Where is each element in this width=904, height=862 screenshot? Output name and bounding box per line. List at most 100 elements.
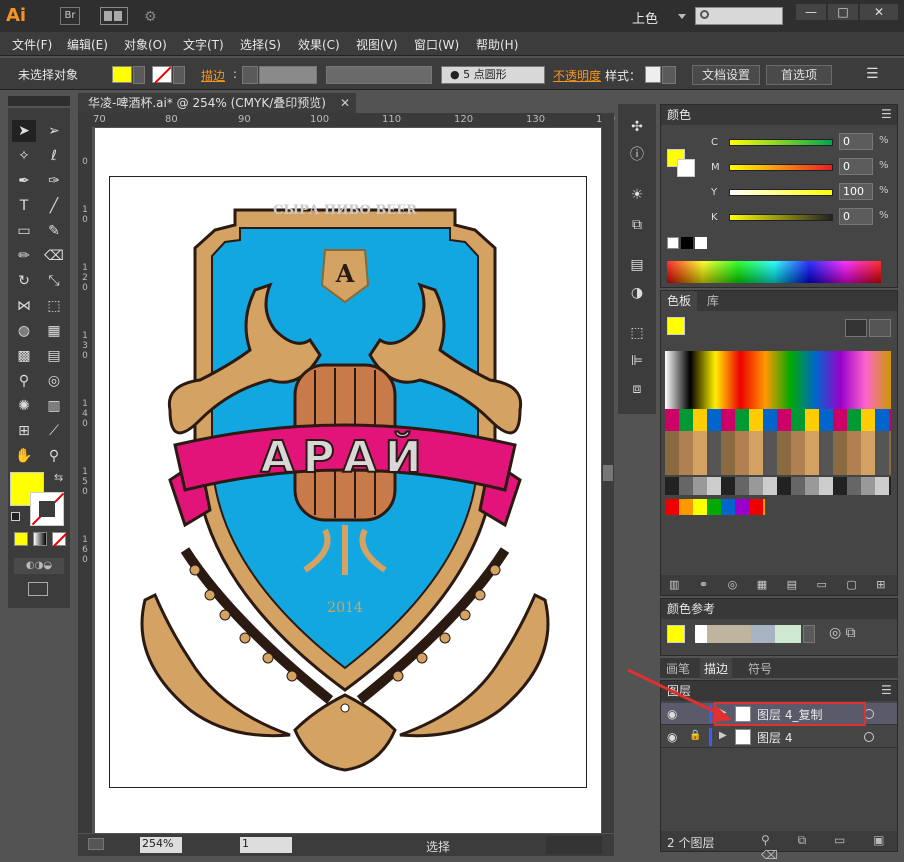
color-guide-header[interactable]: 颜色参考 bbox=[661, 599, 897, 619]
lasso-tool-icon[interactable]: ℓ bbox=[42, 145, 66, 167]
bridge-button[interactable]: Br bbox=[60, 7, 80, 25]
maximize-button[interactable]: □ bbox=[828, 4, 858, 20]
stroke-weight-input[interactable] bbox=[259, 66, 317, 84]
layers-footer-icons[interactable]: ⚲ ⧉ ▭ ▣ ⌫ bbox=[761, 833, 897, 862]
menu-view[interactable]: 视图(V) bbox=[356, 36, 398, 53]
navigator-icon[interactable]: ✣ bbox=[624, 116, 650, 138]
zoom-input[interactable]: 254% bbox=[140, 837, 182, 853]
control-menu-icon[interactable]: ☰ bbox=[866, 66, 879, 82]
blend-tool-icon[interactable]: ◎ bbox=[42, 370, 66, 392]
transform-icon[interactable]: ⧉ bbox=[624, 214, 650, 236]
yellow-slider[interactable] bbox=[729, 189, 833, 196]
eyedropper-tool-icon[interactable]: ⚲ bbox=[12, 370, 36, 392]
line-tool-icon[interactable]: ╱ bbox=[42, 195, 66, 217]
symbol-sprayer-tool-icon[interactable]: ✺ bbox=[12, 395, 36, 417]
rectangle-tool-icon[interactable]: ▭ bbox=[12, 220, 36, 242]
menu-file[interactable]: 文件(F) bbox=[12, 36, 52, 53]
width-tool-icon[interactable]: ⋈ bbox=[12, 295, 36, 317]
artboard-nav-icon[interactable] bbox=[88, 838, 104, 850]
black-slider[interactable] bbox=[729, 214, 833, 221]
graphic-style-dropdown[interactable] bbox=[662, 66, 676, 84]
target-icon[interactable] bbox=[864, 732, 874, 742]
color-group-icon[interactable]: ◎ ⧉ bbox=[829, 625, 856, 641]
guide-base-color[interactable] bbox=[667, 625, 685, 643]
list-view-icon[interactable] bbox=[845, 319, 867, 337]
screen-mode-icon[interactable] bbox=[28, 582, 48, 596]
gradient-panel-icon[interactable]: ▤ bbox=[624, 254, 650, 276]
pathfinder-icon[interactable]: ⬚ bbox=[624, 322, 650, 344]
variable-width-profile[interactable] bbox=[326, 66, 432, 84]
preferences-button[interactable]: 首选项 bbox=[766, 65, 832, 85]
artboards-icon[interactable]: ⧈ bbox=[624, 378, 650, 400]
mesh-tool-icon[interactable]: ▩ bbox=[12, 345, 36, 367]
beer-crest-artwork[interactable]: СЫРА ПИВО BEER A 2014 АРАЙ bbox=[110, 190, 580, 780]
yellow-value[interactable]: 100 bbox=[839, 183, 873, 200]
thumbnail-view-icon[interactable] bbox=[869, 319, 891, 337]
page-input[interactable]: 1 bbox=[240, 837, 292, 853]
stroke-dropdown[interactable] bbox=[173, 66, 185, 84]
horizontal-scrollbar[interactable] bbox=[546, 836, 602, 854]
workspace-chevron-icon[interactable] bbox=[678, 14, 686, 19]
swatch-grid-2[interactable] bbox=[665, 431, 891, 475]
horizontal-ruler[interactable]: 70 80 90 100 110 120 130 140 bbox=[78, 113, 615, 127]
harmony-rules[interactable] bbox=[695, 625, 801, 643]
stroke-color-box[interactable] bbox=[30, 492, 65, 526]
minimize-button[interactable]: — bbox=[796, 4, 826, 20]
none-color-chip[interactable] bbox=[667, 237, 679, 249]
align-icon[interactable]: ⊫ bbox=[624, 350, 650, 372]
swatch-fill[interactable] bbox=[667, 317, 685, 335]
fill-swatch[interactable] bbox=[112, 66, 132, 83]
menu-object[interactable]: 对象(O) bbox=[124, 36, 167, 53]
swatch-group-brights[interactable] bbox=[665, 499, 765, 515]
swatch-grid-3[interactable] bbox=[665, 409, 891, 431]
layer-name[interactable]: 图层 4 bbox=[757, 729, 792, 746]
close-button[interactable]: ✕ bbox=[860, 4, 898, 20]
white-color-chip[interactable] bbox=[695, 237, 707, 249]
appearance-icon[interactable]: ☀ bbox=[624, 184, 650, 206]
none-mode-icon[interactable] bbox=[52, 532, 68, 548]
black-value[interactable]: 0 bbox=[839, 208, 873, 225]
type-tool-icon[interactable]: T bbox=[12, 195, 36, 217]
magenta-slider[interactable] bbox=[729, 164, 833, 171]
document-tab[interactable]: 华凌-啤酒杯.ai* @ 254% (CMYK/叠印预览) ✕ bbox=[78, 93, 356, 113]
workspace-switcher[interactable]: 上色 bbox=[632, 8, 658, 27]
swatch-group-grays[interactable] bbox=[665, 477, 891, 495]
color-mode-icon[interactable] bbox=[14, 532, 28, 546]
vertical-scrollbar[interactable] bbox=[602, 113, 614, 833]
menu-select[interactable]: 选择(S) bbox=[240, 36, 281, 53]
selection-tool-icon[interactable]: ➤ bbox=[12, 120, 36, 142]
transparency-icon[interactable]: ◑ bbox=[624, 282, 650, 304]
fill-dropdown[interactable] bbox=[133, 66, 145, 84]
menu-effect[interactable]: 效果(C) bbox=[298, 36, 340, 53]
stroke-weight-stepper[interactable] bbox=[242, 66, 258, 84]
eraser-tool-icon[interactable]: ⌫ bbox=[42, 245, 66, 267]
layers-menu-icon[interactable]: ☰ bbox=[881, 683, 892, 697]
color-stroke-swatch[interactable] bbox=[677, 159, 695, 177]
paintbrush-tool-icon[interactable]: ✎ bbox=[42, 220, 66, 242]
stroke-label[interactable]: 描边 bbox=[201, 67, 225, 84]
rotate-tool-icon[interactable]: ↻ bbox=[12, 270, 36, 292]
gpu-performance-icon[interactable]: ⚙ bbox=[144, 9, 166, 25]
graphic-style-swatch[interactable] bbox=[645, 66, 661, 83]
scale-tool-icon[interactable]: ⤡ bbox=[42, 270, 66, 292]
magic-wand-tool-icon[interactable]: ✧ bbox=[12, 145, 36, 167]
slice-tool-icon[interactable]: ⟋ bbox=[42, 420, 66, 442]
free-transform-tool-icon[interactable]: ⬚ bbox=[42, 295, 66, 317]
swatches-tab[interactable]: 色板 bbox=[661, 291, 698, 311]
document-setup-button[interactable]: 文档设置 bbox=[692, 65, 760, 85]
direct-selection-tool-icon[interactable]: ➢ bbox=[42, 120, 66, 142]
shape-builder-tool-icon[interactable]: ◍ bbox=[12, 320, 36, 342]
cyan-value[interactable]: 0 bbox=[839, 133, 873, 150]
color-panel-header[interactable]: 颜色 bbox=[661, 105, 897, 125]
info-icon[interactable]: ⓘ bbox=[624, 144, 650, 166]
magenta-value[interactable]: 0 bbox=[839, 158, 873, 175]
menu-edit[interactable]: 编辑(E) bbox=[67, 36, 108, 53]
drawing-modes-icon[interactable]: ◐◑◒ bbox=[14, 558, 64, 574]
column-graph-tool-icon[interactable]: ▥ bbox=[42, 395, 66, 417]
artboard-tool-icon[interactable]: ⊞ bbox=[12, 420, 36, 442]
swatches-footer-icons[interactable]: ▥ ⚭ ◎ ▦ ▤ ▭ ▢ ⊞ ⌫ bbox=[661, 575, 897, 611]
scrollbar-thumb[interactable] bbox=[603, 465, 613, 481]
pencil-tool-icon[interactable]: ✏ bbox=[12, 245, 36, 267]
arrange-documents-icon[interactable] bbox=[100, 7, 128, 25]
gradient-mode-icon[interactable] bbox=[33, 532, 47, 546]
